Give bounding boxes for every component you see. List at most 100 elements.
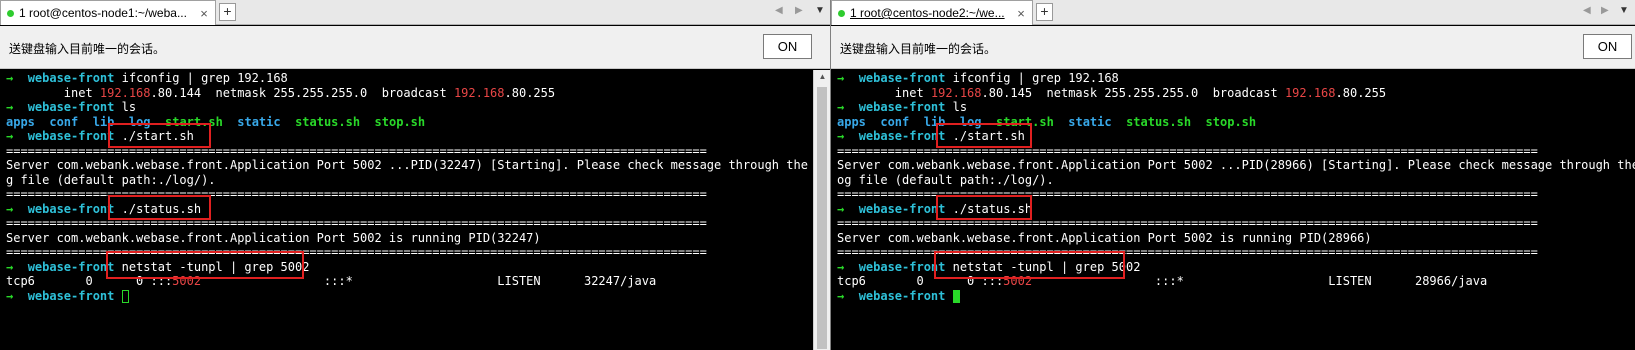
terminal-line: → webase-front ls [6, 100, 136, 115]
prompt: webase-front [858, 202, 946, 216]
tab-scroll-left-icon[interactable]: ◀ [775, 5, 783, 16]
highlight-box [934, 251, 1125, 279]
dir-entry: apps [837, 115, 866, 129]
dir-entry: conf [880, 115, 910, 129]
broadcast-message: 送键盘输入目前唯一的会话。 [840, 42, 997, 56]
highlight-match: 192.168 [99, 86, 151, 100]
prompt: webase-front [858, 289, 946, 303]
prompt-arrow-icon: → [837, 129, 845, 143]
prompt-arrow-icon: → [837, 260, 845, 274]
output-text: .80.255 [1335, 86, 1387, 100]
connected-status-icon [838, 9, 845, 17]
broadcast-on-button[interactable]: ON [763, 34, 812, 59]
terminal-cursor [952, 290, 960, 303]
output-text: .80.255 [504, 86, 556, 100]
tab-title: 1 root@centos-node1:~/weba... [19, 6, 187, 20]
terminal-line: apps conf lib log start.sh static status… [6, 115, 425, 130]
terminal-line: → webase-front ls [837, 100, 967, 115]
prompt: webase-front [858, 129, 946, 143]
prompt: webase-front [27, 260, 115, 274]
prompt-arrow-icon: → [6, 289, 14, 303]
highlight-match: 192.168 [930, 86, 982, 100]
terminal-pane-left: 1 root@centos-node1:~/weba... × + ◀ ▶ ▼ … [0, 0, 830, 350]
prompt: webase-front [27, 100, 115, 114]
command: ls [114, 100, 137, 114]
terminal-line: Server com.webank.webase.front.Applicati… [6, 231, 541, 245]
output-text: inet [837, 86, 931, 100]
prompt-arrow-icon: → [6, 100, 14, 114]
vertical-scrollbar[interactable]: ▲ [813, 70, 830, 350]
tab-list-menu-icon[interactable]: ▼ [1619, 5, 1629, 16]
prompt: webase-front [858, 260, 946, 274]
command: ifconfig | grep 192.168 [945, 71, 1119, 85]
tab-session-node1[interactable]: 1 root@centos-node1:~/weba... × [0, 0, 216, 25]
tab-scroll-right-icon[interactable]: ▶ [795, 5, 803, 16]
command: ls [945, 100, 968, 114]
dir-entry: conf [49, 115, 79, 129]
add-tab-button[interactable]: + [219, 3, 236, 21]
prompt-arrow-icon: → [837, 289, 845, 303]
prompt: webase-front [858, 100, 946, 114]
tab-scroll-right-icon[interactable]: ▶ [1601, 5, 1609, 16]
prompt-arrow-icon: → [837, 71, 845, 85]
broadcast-message: 送键盘输入目前唯一的会话。 [9, 42, 166, 56]
tab-bar: 1 root@centos-node1:~/weba... × + ◀ ▶ ▼ [0, 0, 830, 25]
highlight-match: 192.168 [1284, 86, 1336, 100]
terminal-line: Server com.webank.webase.front.Applicati… [6, 158, 830, 172]
command: ifconfig | grep 192.168 [114, 71, 288, 85]
close-tab-icon[interactable]: × [196, 6, 212, 21]
broadcast-on-button[interactable]: ON [1583, 34, 1632, 59]
terminal-line: inet 192.168.80.145 netmask 255.255.255.… [837, 86, 1386, 101]
terminal-line: tcp6 0 0 :::5002 :::* LISTEN 32247/java [6, 274, 656, 289]
connected-status-icon [7, 9, 14, 17]
terminal-line: → webase-front ifconfig | grep 192.168 [837, 71, 1119, 86]
tab-title: 1 root@centos-node2:~/we... [850, 6, 1005, 20]
prompt: webase-front [27, 202, 115, 216]
highlight-box [106, 251, 304, 279]
terminal-line: → webase-front ifconfig | grep 192.168 [6, 71, 288, 86]
terminal-line: apps conf lib log start.sh static status… [837, 115, 1256, 130]
broadcast-bar: 送键盘输入目前唯一的会话。 ON [831, 26, 1635, 69]
prompt: webase-front [27, 129, 115, 143]
output-text: .80.145 netmask 255.255.255.0 broadcast [981, 86, 1285, 100]
terminal-line: → webase-front [6, 289, 129, 304]
prompt-arrow-icon: → [6, 71, 14, 85]
add-tab-button[interactable]: + [1036, 3, 1053, 21]
prompt-arrow-icon: → [837, 100, 845, 114]
output-text: inet [6, 86, 100, 100]
dir-entry: static [237, 115, 281, 129]
scroll-thumb[interactable] [817, 87, 827, 349]
dir-entry: apps [6, 115, 35, 129]
tab-list-menu-icon[interactable]: ▼ [815, 5, 825, 16]
tab-scroll-left-icon[interactable]: ◀ [1583, 5, 1591, 16]
output-text: .80.144 netmask 255.255.255.0 broadcast [150, 86, 454, 100]
prompt-arrow-icon: → [6, 202, 14, 216]
highlight-box [108, 195, 211, 220]
terminal-line: Server com.webank.webase.front.Applicati… [837, 231, 1372, 245]
broadcast-bar: 送键盘输入目前唯一的会话。 ON [0, 26, 830, 69]
tab-bar: 1 root@centos-node2:~/we... × + ◀ ▶ ▼ [831, 0, 1635, 25]
terminal-line: og file (default path:./log/). [837, 173, 1054, 187]
terminal-pane-right: 1 root@centos-node2:~/we... × + ◀ ▶ ▼ 送键… [831, 0, 1635, 350]
prompt: webase-front [27, 289, 115, 303]
prompt: webase-front [858, 71, 946, 85]
exec-entry: stop.sh [1205, 115, 1257, 129]
highlight-box [108, 123, 211, 148]
tab-session-node2[interactable]: 1 root@centos-node2:~/we... × [831, 0, 1033, 25]
close-tab-icon[interactable]: × [1013, 6, 1029, 21]
exec-entry: stop.sh [374, 115, 426, 129]
prompt-arrow-icon: → [6, 260, 14, 274]
prompt-arrow-icon: → [837, 202, 845, 216]
highlight-box [936, 195, 1032, 220]
terminal-output[interactable]: → webase-front ifconfig | grep 192.168 i… [831, 70, 1635, 350]
highlight-match: 192.168 [453, 86, 505, 100]
prompt-arrow-icon: → [6, 129, 14, 143]
exec-entry: status.sh [295, 115, 361, 129]
terminal-line: inet 192.168.80.144 netmask 255.255.255.… [6, 86, 555, 101]
terminal-line: Server com.webank.webase.front.Applicati… [837, 158, 1635, 172]
scroll-up-icon[interactable]: ▲ [814, 72, 830, 81]
terminal-line: → webase-front [837, 289, 960, 304]
prompt: webase-front [27, 71, 115, 85]
exec-entry: status.sh [1126, 115, 1192, 129]
terminal-output[interactable]: → webase-front ifconfig | grep 192.168 i… [0, 70, 830, 350]
